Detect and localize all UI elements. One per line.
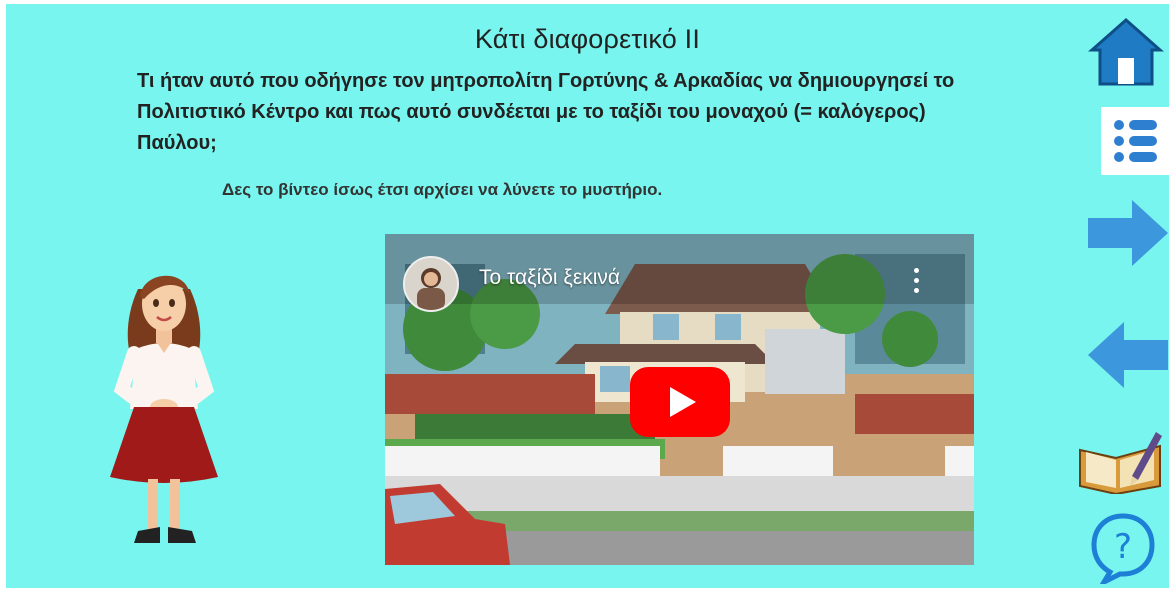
more-options-icon[interactable]: [913, 268, 921, 294]
menu-list-icon: [1114, 120, 1157, 162]
home-icon[interactable]: [1088, 16, 1164, 88]
video-player[interactable]: Το ταξίδι ξεκινά: [385, 234, 974, 565]
arrow-left-icon[interactable]: [1088, 322, 1168, 388]
slide-canvas: Κάτι διαφορετικό ΙΙ Τι ήταν αυτό που οδή…: [6, 4, 1169, 588]
page-title: Κάτι διαφορετικό ΙΙ: [474, 24, 701, 54]
arrow-right-icon[interactable]: [1088, 200, 1168, 266]
help-icon[interactable]: ?: [1090, 512, 1156, 584]
video-title[interactable]: Το ταξίδι ξεκινά: [479, 266, 620, 290]
play-button[interactable]: [630, 367, 730, 437]
hint-text: Δες το βίντεο ίσως έτσι αρχίσει να λύνετ…: [222, 180, 663, 199]
question-text: Τι ήταν αυτό που οδήγησε τον μητροπολίτη…: [137, 70, 955, 154]
svg-text:?: ?: [1114, 527, 1132, 567]
channel-avatar[interactable]: [403, 256, 459, 312]
teacher-character-illustration: [110, 275, 218, 543]
notebook-icon[interactable]: [1076, 428, 1164, 494]
menu-button[interactable]: [1101, 107, 1169, 175]
